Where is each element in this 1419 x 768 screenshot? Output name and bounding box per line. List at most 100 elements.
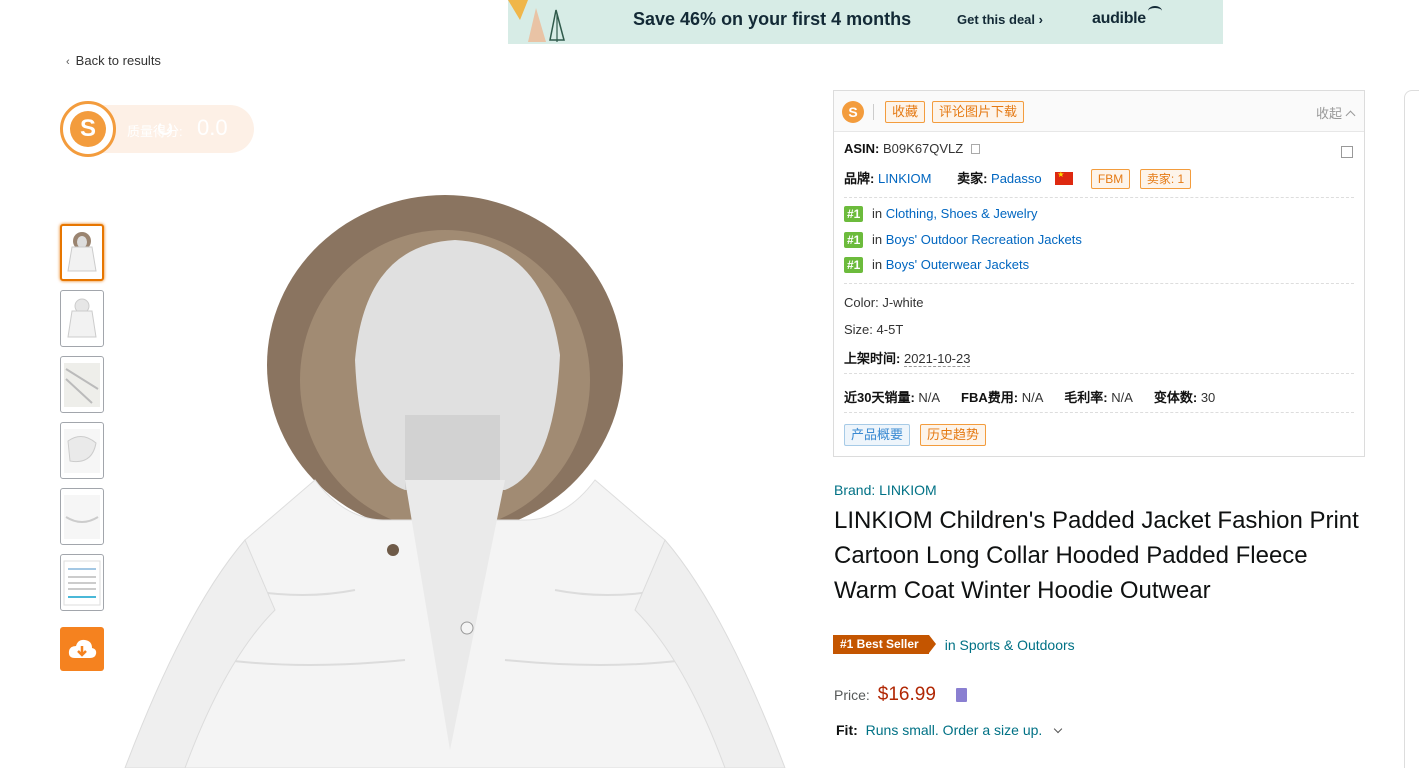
price-row: Price: $16.99 <box>834 684 967 706</box>
color-label: Color: <box>844 295 879 310</box>
brand-label: 品牌: <box>844 171 875 186</box>
back-link-label: Back to results <box>75 53 161 68</box>
asin-label: ASIN: <box>844 141 880 156</box>
variants-label: 变体数: <box>1153 390 1198 405</box>
margin-label: 毛利率: <box>1064 390 1108 405</box>
hem-detail-icon <box>64 494 100 539</box>
best-seller-row: #1 Best Seller in Sports & Outdoors <box>833 635 1075 654</box>
settings-icon[interactable] <box>1341 146 1353 158</box>
asin-row: ASIN: B09K67QVLZ <box>844 141 980 156</box>
seller-label: 卖家: <box>957 171 988 186</box>
audible-logo: audible <box>1092 10 1146 27</box>
divider <box>844 412 1354 413</box>
product-overview-tab[interactable]: 产品概要 <box>844 424 911 446</box>
rank-prefix: in <box>871 232 883 247</box>
china-flag-icon <box>1055 170 1074 185</box>
fba-fee-value: N/A <box>1021 390 1043 405</box>
loading-spinner-icon <box>158 121 172 135</box>
seller-count-badge: 卖家: 1 <box>1139 169 1192 189</box>
color-row: Color: J-white <box>844 295 924 310</box>
cloud-download-icon <box>68 639 97 658</box>
fabric-detail-icon <box>64 362 100 407</box>
history-trend-tab[interactable]: 历史趋势 <box>920 424 987 446</box>
seller-sprite-logo-icon[interactable]: S <box>842 101 864 123</box>
thumbnail-hem-detail[interactable] <box>60 488 104 545</box>
price-value: $16.99 <box>877 684 936 705</box>
rank-prefix: in <box>871 206 883 221</box>
size-row: Size: 4-5T <box>844 322 903 337</box>
seller-link[interactable]: Padasso <box>991 171 1042 186</box>
hood-detail-icon <box>64 428 100 473</box>
listed-date-value: 2021-10-23 <box>903 351 971 367</box>
thumbnail-size-chart[interactable] <box>60 554 104 611</box>
jacket-front-icon <box>67 231 97 271</box>
ad-headline: Save 46% on your first 4 months <box>633 9 912 29</box>
fit-value: Runs small. Order a size up. <box>865 722 1043 738</box>
collapse-label: 收起 <box>1315 106 1342 121</box>
quality-score-label: 质量得分: <box>127 124 183 139</box>
back-to-results-link[interactable]: ‹ Back to results <box>66 53 161 68</box>
thumbnail-hood-detail[interactable] <box>60 422 104 479</box>
rank-category-link[interactable]: Boys' Outdoor Recreation Jackets <box>886 232 1082 247</box>
rank-category-link[interactable]: Boys' Outerwear Jackets <box>886 257 1029 272</box>
ad-cta-link[interactable]: Get this deal › <box>957 12 1043 27</box>
rank-row: #1 in Clothing, Shoes & Jewelry <box>844 206 1037 222</box>
size-chart-icon <box>63 560 101 605</box>
fulfillment-badge: FBM <box>1090 169 1131 189</box>
jacket-back-icon <box>67 298 97 337</box>
brand-seller-row: 品牌: LINKIOM 卖家: Padasso FBM 卖家: 1 <box>844 168 1192 189</box>
panel-tabs: 产品概要 历史趋势 <box>844 424 1144 446</box>
side-panel-edge <box>1404 90 1419 768</box>
fit-row[interactable]: Fit: Runs small. Order a size up. <box>836 722 1063 738</box>
fba-fee-label: FBA费用: <box>961 390 1019 405</box>
color-value: J-white <box>882 295 924 310</box>
best-seller-category-link[interactable]: in Sports & Outdoors <box>945 637 1075 653</box>
rank-badge: #1 <box>844 257 864 273</box>
product-analysis-panel: S 收藏 评论图片下载 收起 ASIN: B09K67QVLZ 品牌: LINK… <box>833 90 1365 457</box>
rank-row: #1 in Boys' Outdoor Recreation Jackets <box>844 232 1082 248</box>
divider <box>873 104 874 120</box>
seller-sprite-logo-icon[interactable]: S <box>60 101 116 157</box>
chevron-left-icon: ‹ <box>66 56 70 68</box>
sales-30d-label: 近30天销量: <box>844 390 915 405</box>
listed-date-label: 上架时间: <box>844 351 901 366</box>
margin-value: N/A <box>1111 390 1133 405</box>
thumbnail-fabric-detail[interactable] <box>60 356 104 413</box>
brand-link[interactable]: LINKIOM <box>878 171 931 186</box>
size-label: Size: <box>844 322 873 337</box>
rank-category-link[interactable]: Clothing, Shoes & Jewelry <box>886 206 1038 221</box>
collapse-button[interactable]: 收起 <box>1315 103 1356 122</box>
panel-header: S 收藏 评论图片下载 收起 <box>834 91 1364 132</box>
calculator-icon[interactable] <box>955 688 967 702</box>
size-value: 4-5T <box>876 322 904 337</box>
main-product-image[interactable] <box>105 190 805 768</box>
thumbnail-jacket-front[interactable] <box>60 224 104 281</box>
tree-icon <box>508 0 565 42</box>
fit-label: Fit: <box>836 722 858 738</box>
ad-banner[interactable]: Save 46% on your first 4 months Get this… <box>508 0 1223 44</box>
rank-prefix: in <box>871 257 883 272</box>
variants-value: 30 <box>1200 390 1216 405</box>
asin-value: B09K67QVLZ <box>883 141 964 156</box>
copy-icon[interactable] <box>970 144 980 154</box>
thumbnail-jacket-back[interactable] <box>60 290 104 347</box>
download-review-images-button[interactable]: 评论图片下载 <box>932 101 1025 123</box>
audible-wave-icon <box>1148 6 1162 16</box>
stats-row: 近30天销量: N/A FBA费用: N/A 毛利率: N/A 变体数: 30 <box>844 387 1215 406</box>
chevron-up-icon <box>1345 110 1356 121</box>
thumbnail-list <box>60 224 104 620</box>
divider <box>844 197 1354 198</box>
divider <box>844 283 1354 284</box>
brand-store-link[interactable]: Brand: LINKIOM <box>834 482 937 498</box>
rank-badge: #1 <box>844 206 864 222</box>
price-label: Price: <box>834 687 870 703</box>
product-title: LINKIOM Children's Padded Jacket Fashion… <box>834 507 1359 604</box>
chevron-down-icon[interactable] <box>1053 724 1063 734</box>
listed-date-row: 上架时间: 2021-10-23 <box>844 348 971 367</box>
rank-row: #1 in Boys' Outerwear Jackets <box>844 257 1029 273</box>
sales-30d-value: N/A <box>918 390 940 405</box>
favorite-button[interactable]: 收藏 <box>885 101 926 123</box>
best-seller-badge[interactable]: #1 Best Seller <box>833 635 936 654</box>
rank-badge: #1 <box>844 232 864 248</box>
download-images-button[interactable] <box>60 627 104 671</box>
